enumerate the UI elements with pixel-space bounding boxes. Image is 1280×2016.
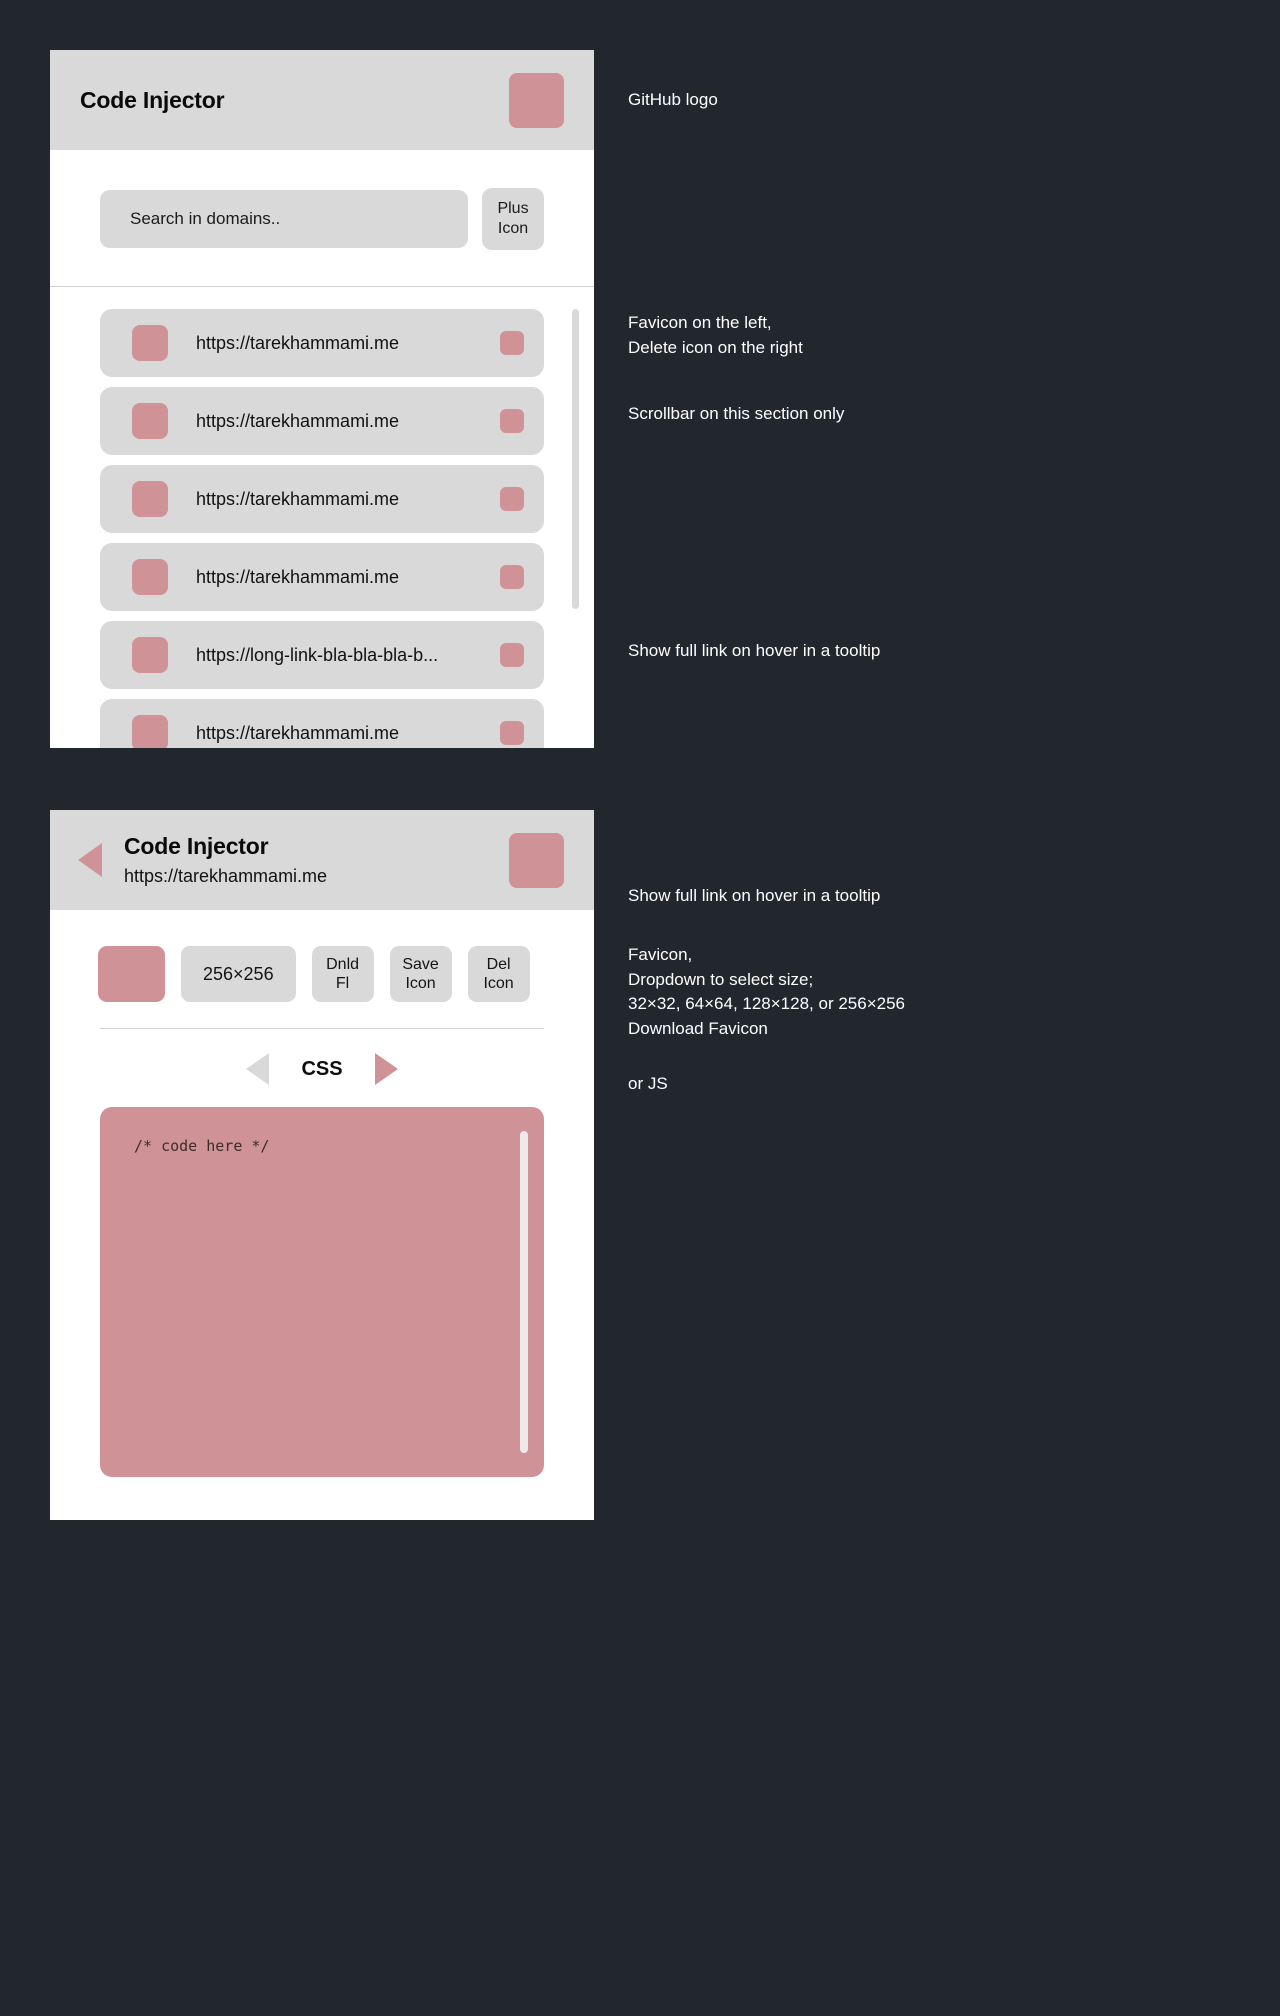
favicon-icon [132, 637, 168, 673]
annotation-tooltip-list: Show full link on hover in a tooltip [628, 641, 881, 660]
prev-language-arrow-icon[interactable] [246, 1053, 269, 1085]
save-label-line2: Icon [405, 975, 436, 992]
current-language-label: CSS [301, 1057, 343, 1080]
next-language-arrow-icon[interactable] [375, 1053, 398, 1085]
detail-subtitle-url[interactable]: https://tarekhammami.me [124, 866, 327, 887]
detail-title: Code Injector [124, 833, 269, 859]
domain-list-item[interactable]: https://tarekhammami.me [100, 387, 544, 455]
favicon-size-dropdown[interactable]: 256×256 [181, 946, 296, 1002]
annotation-or-js: or JS [628, 1074, 668, 1093]
domain-url-label: https://long-link-bla-bla-bla-b... [196, 644, 439, 665]
domain-url-label: https://tarekhammami.me [196, 410, 400, 431]
code-editor-content: /* code here */ [134, 1137, 270, 1155]
delete-domain-icon[interactable] [500, 643, 524, 667]
delete-label-line1: Del [486, 955, 511, 973]
popup-header: Code Injector [50, 50, 594, 150]
back-arrow-icon[interactable] [78, 843, 102, 877]
favicon-icon [132, 559, 168, 595]
domain-url-label: https://tarekhammami.me [196, 488, 400, 509]
detail-toolbar: 256×256 Dnld Fl Save Icon Del Icon [50, 910, 594, 1002]
save-label-line1: Save [402, 955, 439, 973]
save-icon-button[interactable]: Save Icon [389, 946, 452, 1002]
domain-list-scrollbar-thumb[interactable] [572, 309, 579, 609]
delete-domain-icon[interactable] [500, 565, 524, 589]
detail-header-left: Code Injector https://tarekhammami.me [78, 833, 327, 887]
detail-header-text: Code Injector https://tarekhammami.me [124, 833, 327, 887]
domain-url-label: https://tarekhammami.me [196, 332, 400, 353]
add-domain-label-line2: Icon [497, 220, 529, 237]
download-label-line1: Dnld [326, 955, 360, 973]
favicon-icon [132, 481, 168, 517]
github-logo-icon[interactable] [509, 72, 564, 128]
code-editor-scrollbar-thumb[interactable] [520, 1131, 528, 1453]
domain-list-scrollbar[interactable] [572, 309, 579, 739]
delete-domain-icon[interactable] [500, 409, 524, 433]
github-logo-icon[interactable] [509, 832, 564, 888]
annotation-github-logo: GitHub logo [628, 90, 718, 109]
search-row: Plus Icon [50, 150, 594, 250]
domain-list-item[interactable]: https://tarekhammami.me [100, 543, 544, 611]
favicon-icon [132, 325, 168, 361]
search-input[interactable] [100, 190, 468, 248]
domain-list-item[interactable]: https://long-link-bla-bla-bla-b... [100, 621, 544, 689]
detail-header: Code Injector https://tarekhammami.me [50, 810, 594, 910]
delete-domain-icon[interactable] [500, 487, 524, 511]
domain-url-label: https://tarekhammami.me [196, 566, 400, 587]
delete-label-line2: Icon [483, 975, 514, 992]
favicon-icon [132, 403, 168, 439]
domain-url-label: https://tarekhammami.me [196, 722, 400, 743]
favicon-icon [132, 715, 168, 748]
annotation-favicon-delete: Favicon on the left, Delete icon on the … [628, 313, 803, 357]
annotation-scrollbar: Scrollbar on this section only [628, 404, 845, 423]
favicon-preview [98, 946, 165, 1002]
add-domain-label-line1: Plus [497, 200, 529, 218]
domain-list: https://tarekhammami.me https://tarekhamm… [100, 309, 544, 748]
domain-list-section: https://tarekhammami.me https://tarekhamm… [50, 287, 594, 748]
popup-title: Code Injector [80, 86, 225, 113]
code-editor-scrollbar[interactable] [520, 1131, 528, 1453]
annotation-favicon-sizes: Favicon, Dropdown to select size; 32×32,… [628, 945, 905, 1038]
language-switcher: CSS [50, 1029, 594, 1085]
domain-list-item[interactable]: https://tarekhammami.me [100, 309, 544, 377]
download-favicon-button[interactable]: Dnld Fl [311, 946, 374, 1002]
annotation-tooltip-detail: Show full link on hover in a tooltip [628, 886, 881, 905]
domain-list-item[interactable]: https://tarekhammami.me [100, 465, 544, 533]
add-domain-button[interactable]: Plus Icon [482, 188, 544, 250]
delete-domain-icon[interactable] [500, 721, 524, 745]
code-editor[interactable]: /* code here */ [100, 1107, 544, 1477]
download-label-line2: Fl [335, 975, 350, 992]
domain-list-item[interactable]: https://tarekhammami.me [100, 699, 544, 748]
delete-domain-icon[interactable] [500, 331, 524, 355]
delete-icon-button[interactable]: Del Icon [467, 946, 530, 1002]
detail-card: Code Injector https://tarekhammami.me 25… [50, 810, 594, 1520]
popup-list-card: Code Injector Plus Icon https://tarekham… [50, 50, 594, 748]
